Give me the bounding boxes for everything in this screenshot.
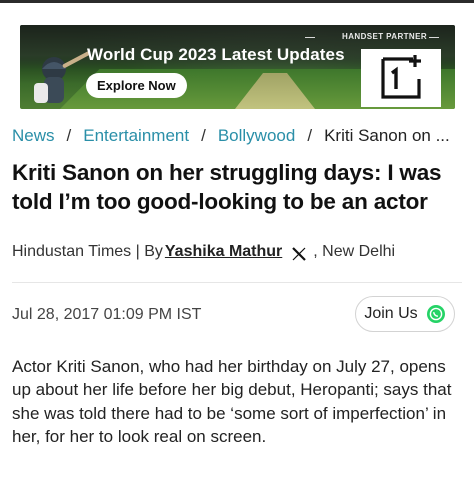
- breadcrumb-bollywood[interactable]: Bollywood: [218, 126, 296, 146]
- oneplus-logo: [361, 49, 441, 107]
- partner-divider-right: [429, 37, 439, 38]
- location-label: , New Delhi: [313, 243, 396, 260]
- article-summary: Actor Kriti Sanon, who had her birthday …: [12, 357, 452, 446]
- breadcrumb-entertainment[interactable]: Entertainment: [83, 126, 189, 146]
- explore-now-button[interactable]: Explore Now: [86, 73, 187, 98]
- world-cup-banner-ad[interactable]: World Cup 2023 Latest Updates Explore No…: [20, 25, 455, 109]
- divider: [12, 282, 462, 283]
- article-headline: Kriti Sanon on her struggling days: I wa…: [12, 160, 442, 214]
- join-us-button[interactable]: Join Us: [355, 296, 455, 332]
- partner-label: HANDSET PARTNER: [342, 32, 427, 41]
- banner-title: World Cup 2023 Latest Updates: [87, 45, 345, 64]
- top-rule: [0, 0, 474, 3]
- x-icon[interactable]: [291, 246, 307, 262]
- join-us-label: Join Us: [364, 305, 418, 322]
- publisher-label: Hindustan Times | By: [12, 243, 163, 260]
- breadcrumb-separator: /: [66, 126, 72, 145]
- whatsapp-icon: [426, 305, 445, 323]
- publish-date: Jul 28, 2017 01:09 PM IST: [12, 306, 202, 323]
- breadcrumb-news[interactable]: News: [12, 126, 55, 146]
- author-link[interactable]: Yashika Mathur: [165, 243, 282, 261]
- breadcrumb-separator: /: [201, 126, 206, 145]
- partner-divider-left: [305, 37, 315, 38]
- breadcrumb: News / Entertainment / Bollywood / Kriti…: [12, 126, 462, 146]
- breadcrumb-current: Kriti Sanon on ...: [324, 126, 450, 145]
- breadcrumb-separator: /: [307, 126, 313, 145]
- article-byline: Hindustan Times | By Yashika Mathur , Ne…: [12, 243, 462, 261]
- cricketer-icon: [34, 51, 90, 103]
